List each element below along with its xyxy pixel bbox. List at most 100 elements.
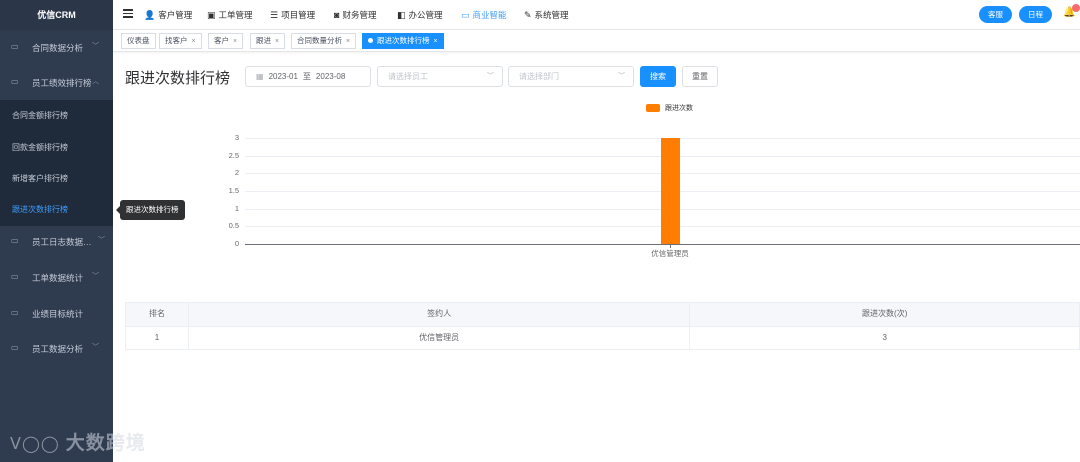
nav-label: 办公管理 (408, 10, 443, 20)
table-row[interactable]: 1 优信管理员 3 (126, 327, 1080, 350)
date-start: 2023-01 (268, 72, 298, 81)
legend-label: 跟进次数 (665, 105, 693, 112)
tab-label: 合同数量分析 (297, 36, 342, 45)
cell-signer: 优信管理员 (188, 327, 691, 350)
cell-followup-count: 3 (690, 327, 1080, 350)
menu-workorder-stats[interactable]: ▭ 工单数据统计 ﹀ (0, 269, 113, 287)
close-icon[interactable]: × (434, 38, 438, 45)
chart-bar[interactable] (660, 138, 680, 244)
nav-label: 商业智能 (472, 10, 507, 20)
sidebar: 优信CRM ▭ 合同数据分析 ﹀ ▭ 员工绩效排行榜 ︿ 合同金额排行榜 回款金… (0, 0, 145, 462)
x-tick-label: 优信管理员 (651, 249, 689, 258)
clipboard-icon: ▣ (207, 10, 216, 20)
close-icon[interactable]: × (233, 38, 237, 45)
monitor-icon: ▭ (11, 236, 19, 245)
col-rank-header[interactable]: 排名 (126, 303, 189, 327)
page-title: 跟进次数排行榜 (125, 70, 231, 87)
submenu-performance: 合同金额排行榜 回款金额排行榜 新增客户排行榜 跟进次数排行榜 (0, 100, 113, 226)
chevron-down-icon: ﹀ (487, 73, 494, 80)
chevron-down-icon: ﹀ (618, 73, 625, 80)
top-navbar: 👤 客户管理 ▣ 工单管理 ☰ 项目管理 ◙ 财务管理 ◧ 办公管理 ▭ 商业智能 ✎ 系统管… (113, 0, 1080, 30)
nav-office[interactable]: ◧ 办公管理 (397, 9, 443, 21)
hamburger-icon[interactable] (123, 9, 133, 21)
cell-rank: 1 (126, 327, 189, 350)
tab-dashboard[interactable]: 仪表盘 (121, 33, 156, 49)
chevron-down-icon: ﹀ (92, 43, 99, 50)
col-followup-count-header[interactable]: 跟进次数(次) (690, 303, 1080, 327)
list-icon: ☰ (270, 10, 279, 20)
employee-placeholder: 请选择员工 (388, 72, 428, 81)
nav-workorder[interactable]: ▣ 工单管理 (207, 9, 253, 21)
ranking-table: 排名 签约人 跟进次数(次) 1 优信管理员 3 (125, 302, 1080, 350)
notification-badge (1072, 4, 1080, 12)
tab-customer[interactable]: 客户 × (208, 33, 244, 49)
nav-business-intelligence[interactable]: ▭ 商业智能 (461, 9, 507, 21)
chevron-down-icon: ﹀ (92, 344, 99, 351)
submenu-item-new-customers[interactable]: 新增客户排行榜 (0, 170, 113, 188)
tab-label: 找客户 (165, 36, 188, 45)
tab-contract-quantity[interactable]: 合同数量分析 × (291, 33, 357, 49)
col-signer-header[interactable]: 签约人 (188, 303, 691, 327)
chevron-up-icon: ︿ (92, 78, 99, 85)
y-tick-label: 3 (234, 133, 239, 142)
schedule-button[interactable]: 日程 (1019, 6, 1052, 23)
tab-label: 客户 (214, 36, 229, 45)
tabs-bar: 仪表盘 找客户 × 客户 × 跟进 × 合同数量分析 × 跟进次数排行榜 × (113, 30, 1080, 52)
submenu-item-payment-amount[interactable]: 回款金额排行榜 (0, 139, 113, 157)
date-end: 2023-08 (315, 72, 346, 81)
search-button[interactable]: 搜索 (640, 66, 676, 87)
tab-followup[interactable]: 跟进 × (250, 33, 286, 49)
department-placeholder: 请选择部门 (519, 72, 559, 81)
y-tick-label: 0 (234, 239, 239, 248)
monitor-icon: ▭ (11, 343, 19, 352)
reset-button[interactable]: 重置 (682, 66, 718, 87)
close-icon[interactable]: × (192, 38, 196, 45)
monitor-icon: ▭ (11, 77, 19, 86)
close-icon[interactable]: × (275, 38, 279, 45)
menu-contract-analysis[interactable]: ▭ 合同数据分析 ﹀ (0, 39, 113, 57)
nav-finance[interactable]: ◙ 财务管理 (334, 9, 376, 21)
menu-label: 员工日志数据… (32, 237, 92, 247)
menu-employee-data[interactable]: ▭ 员工数据分析 ﹀ (0, 340, 113, 358)
wrench-icon: ✎ (524, 10, 532, 20)
menu-label: 合同数据分析 (32, 43, 84, 53)
menu-label: 业绩目标统计 (32, 309, 84, 319)
menu-target-stats[interactable]: ▭ 业绩目标统计 (0, 305, 113, 323)
nav-project[interactable]: ☰ 项目管理 (270, 9, 315, 21)
nav-system[interactable]: ✎ 系统管理 (524, 9, 569, 21)
wallet-icon: ◙ (334, 10, 340, 20)
followup-bar-chart: 跟进次数 0 0.5 1 1.5 2 2.5 3 优信管理员 (195, 95, 1080, 265)
watermark: ᐯ◯◯ 大数跨境 (10, 428, 146, 455)
nav-label: 系统管理 (534, 10, 569, 20)
service-button[interactable]: 客服 (979, 6, 1012, 23)
employee-select[interactable]: 请选择员工 ﹀ (377, 66, 503, 87)
menu-employee-log[interactable]: ▭ 员工日志数据… ﹀ (0, 233, 113, 251)
y-tick-label: 0.5 (228, 221, 239, 231)
submenu-item-contract-amount[interactable]: 合同金额排行榜 (0, 107, 113, 125)
office-icon: ◧ (397, 10, 406, 20)
monitor-icon: ▭ (11, 272, 19, 281)
nav-label: 客户管理 (158, 10, 193, 20)
tab-followup-ranking[interactable]: 跟进次数排行榜 × (362, 33, 444, 49)
date-range-picker[interactable]: ▦ 2023-01 至 2023-08 (245, 66, 371, 87)
menu-label: 工单数据统计 (32, 273, 84, 283)
chart-icon: ▭ (461, 10, 470, 20)
watermark-text: 大数跨境 (65, 433, 146, 454)
chevron-down-icon: ﹀ (92, 273, 99, 280)
tab-find-customer[interactable]: 找客户 × (159, 33, 202, 49)
tab-label: 跟进 (256, 36, 271, 45)
date-separator: 至 (302, 72, 311, 81)
y-tick-label: 2 (234, 168, 239, 178)
legend-swatch[interactable] (646, 104, 660, 112)
close-icon[interactable]: × (346, 38, 350, 45)
menu-employee-performance[interactable]: ▭ 员工绩效排行榜 ︿ (0, 74, 113, 92)
users-icon: 👤 (144, 10, 156, 20)
y-tick-label: 1.5 (228, 186, 239, 195)
submenu-item-followup-count[interactable]: 跟进次数排行榜 (0, 201, 113, 219)
chevron-down-icon: ﹀ (98, 237, 105, 244)
monitor-icon: ▭ (11, 308, 19, 317)
department-select[interactable]: 请选择部门 ﹀ (508, 66, 634, 87)
brand-logo: 优信CRM (0, 0, 113, 30)
nav-customer[interactable]: 👤 客户管理 (144, 9, 192, 21)
menu-tooltip: 跟进次数排行榜 (116, 200, 185, 220)
